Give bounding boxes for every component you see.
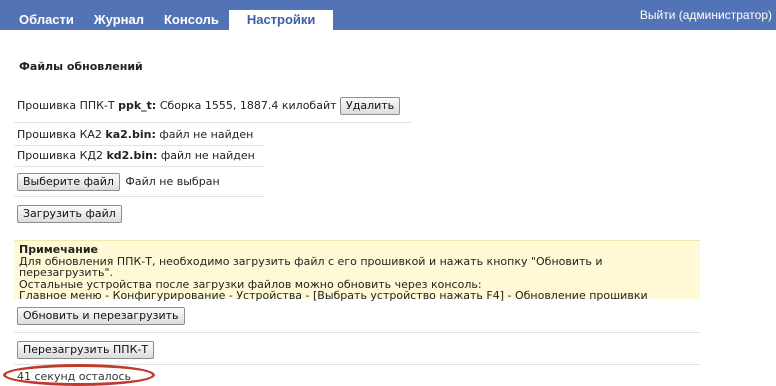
highlight-circle bbox=[3, 364, 155, 386]
note-line: Главное меню - Конфигурирование - Устрой… bbox=[19, 289, 648, 302]
divider bbox=[14, 332, 700, 333]
firmware-file: ka2.bin: bbox=[105, 128, 156, 141]
firmware-label: Прошивка ППК-Т bbox=[17, 99, 115, 112]
firmware-row-ppk: Прошивка ППК-Т ppk_t: Сборка 1555, 1887.… bbox=[17, 97, 401, 115]
tab-areas[interactable]: Области bbox=[9, 10, 84, 30]
tab-console[interactable]: Консоль bbox=[154, 10, 229, 30]
firmware-row-ka2: Прошивка КА2 ka2.bin: файл не найден bbox=[17, 128, 253, 141]
firmware-label: Прошивка КА2 bbox=[17, 128, 102, 141]
logout-link[interactable]: Выйти (администратор) bbox=[640, 8, 772, 22]
file-chooser: Выберите файл Файл не выбран bbox=[17, 173, 220, 191]
divider bbox=[14, 196, 264, 197]
upload-file-button[interactable]: Загрузить файл bbox=[17, 205, 122, 223]
divider bbox=[14, 145, 264, 146]
section-title: Файлы обновлений bbox=[19, 60, 143, 73]
choose-file-button[interactable]: Выберите файл bbox=[17, 173, 120, 191]
firmware-file: kd2.bin: bbox=[106, 149, 158, 162]
nav-tabs: Области Журнал Консоль Настройки bbox=[9, 10, 334, 30]
reboot-ppk-button[interactable]: Перезагрузить ППК-Т bbox=[17, 341, 155, 359]
note-title: Примечание bbox=[19, 243, 98, 256]
update-and-reboot-button[interactable]: Обновить и перезагрузить bbox=[17, 307, 185, 325]
divider bbox=[14, 166, 264, 167]
delete-button[interactable]: Удалить bbox=[340, 97, 401, 115]
firmware-status: файл не найден bbox=[159, 128, 254, 141]
file-status: Файл не выбран bbox=[125, 175, 220, 188]
note-line: Для обновления ППК-Т, необходимо загрузи… bbox=[19, 254, 603, 279]
tab-journal[interactable]: Журнал bbox=[84, 10, 154, 30]
tab-settings[interactable]: Настройки bbox=[228, 10, 334, 30]
divider bbox=[14, 122, 412, 123]
firmware-label: Прошивка КД2 bbox=[17, 149, 103, 162]
note-box: Примечание Для обновления ППК-Т, необход… bbox=[14, 240, 700, 302]
firmware-status: Сборка 1555, 1887.4 килобайт bbox=[159, 99, 337, 112]
firmware-file: ppk_t: bbox=[118, 99, 157, 112]
top-nav-bar: Области Журнал Консоль Настройки Выйти (… bbox=[0, 0, 776, 30]
firmware-row-kd2: Прошивка КД2 kd2.bin: файл не найден bbox=[17, 149, 255, 162]
firmware-status: файл не найден bbox=[160, 149, 255, 162]
